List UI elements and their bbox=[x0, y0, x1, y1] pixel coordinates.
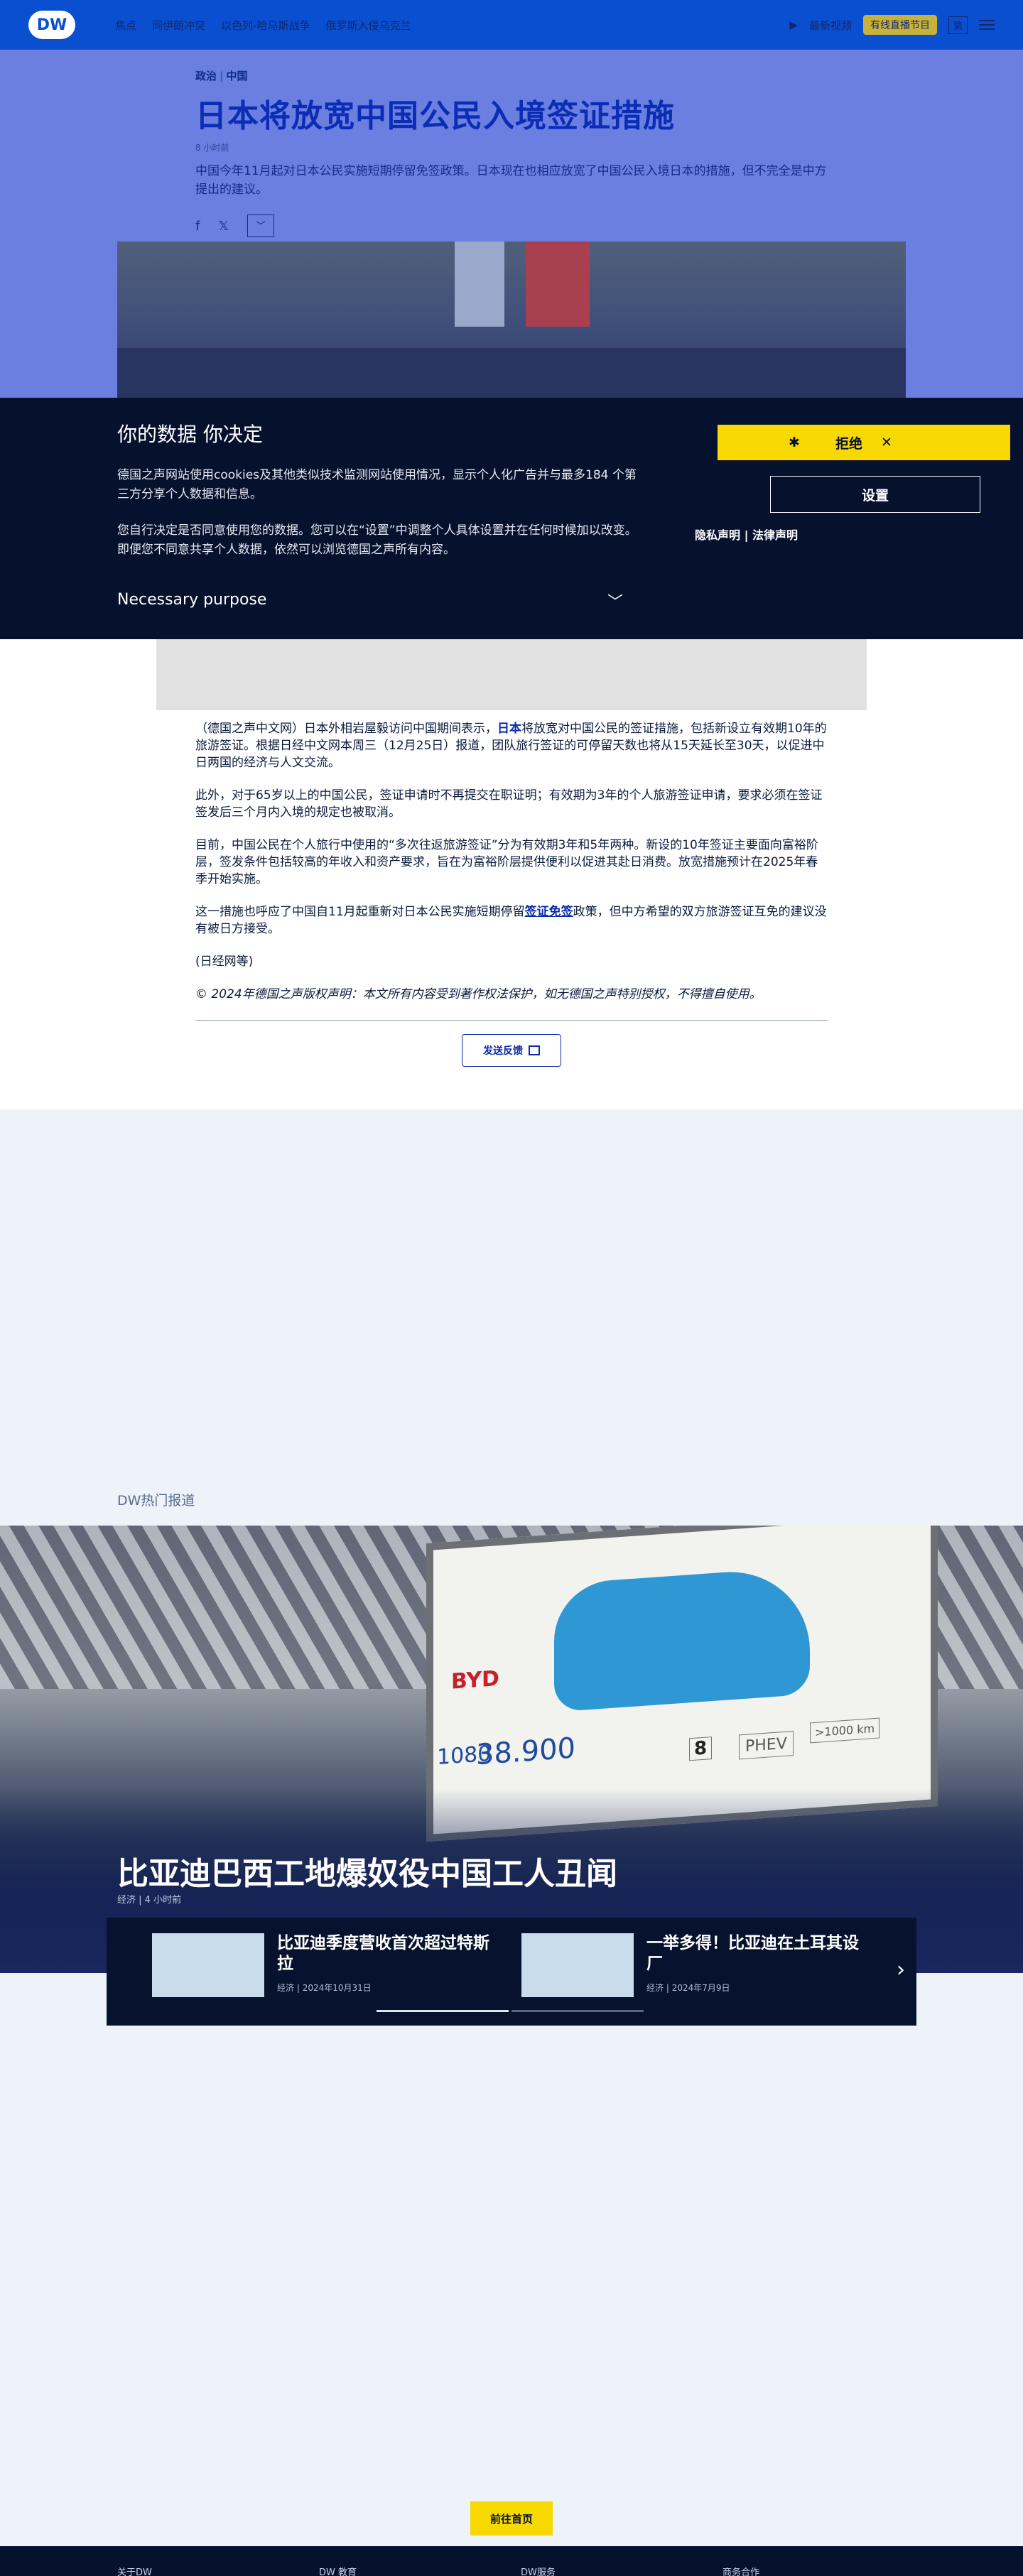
footer-link-about[interactable]: 关于DW bbox=[117, 2565, 319, 2576]
billboard-brand: BYD bbox=[451, 1665, 499, 1695]
source-note: (日经网等) bbox=[195, 955, 254, 969]
nav-item-iran[interactable]: 同伊朗冲突 bbox=[152, 18, 205, 33]
article-hero-image bbox=[117, 241, 906, 398]
paragraph: 目前，中国公民在个人旅行中使用的“多次往返旅游签证”分为有效期3年和5年两种。新… bbox=[195, 838, 818, 886]
billboard-warranty: 8 bbox=[689, 1737, 713, 1761]
nav-item-ukraine[interactable]: 俄罗斯入侵乌克兰 bbox=[325, 18, 411, 33]
live-tv-button[interactable]: 有线直播节目 bbox=[862, 15, 937, 35]
billboard-range: >1000 km bbox=[810, 1717, 880, 1744]
settings-button[interactable]: 设置 bbox=[770, 476, 980, 513]
video-icon: ▶ bbox=[789, 18, 798, 31]
carousel-progress-active[interactable] bbox=[377, 2010, 509, 2012]
cookie-text-2: 您自行决定是否同意使用您的数据。您可以在“设置”中调整个人具体设置并在任何时候加… bbox=[117, 523, 637, 557]
legal-links: 隐私声明 | 法律声明 bbox=[695, 528, 799, 542]
trending-section-title: DW热门报道 bbox=[117, 1493, 195, 1509]
go-to-homepage-button[interactable]: 前往首页 bbox=[470, 2501, 553, 2536]
china-flag-shape bbox=[526, 241, 590, 327]
chevron-right-icon[interactable]: › bbox=[897, 1957, 905, 1982]
card-title: 比亚迪季度营收首次超过特斯拉 bbox=[277, 1934, 489, 1973]
header-actions: ▶ 最新视频 有线直播节目 繁 bbox=[789, 15, 995, 35]
close-icon: ✕ bbox=[881, 435, 892, 450]
carousel-progress-inactive[interactable] bbox=[512, 2010, 644, 2012]
trending-hero-image[interactable]: BYD 1080 38.900 8 PHEV >1000 km bbox=[0, 1526, 1023, 1973]
chevron-down-icon[interactable]: ﹀ bbox=[607, 589, 623, 612]
latest-video-link[interactable]: 最新视频 bbox=[809, 18, 852, 33]
region-link[interactable]: 中国 bbox=[227, 70, 248, 82]
card-thumbnail bbox=[152, 1933, 264, 1997]
feedback-label: 发送反馈 bbox=[483, 1045, 523, 1057]
trending-carousel: 比亚迪季度营收首次超过特斯拉 经济 | 2024年10月31日 一举多得！比亚迪… bbox=[107, 1918, 916, 2026]
paragraph: 这一措施也呼应了中国自11月起重新对日本公民实施短期停留签证免签政策，但中方希望… bbox=[195, 905, 827, 936]
japan-flag-shape bbox=[455, 241, 504, 327]
paragraph: 此外，对于65岁以上的中国公民，签证申请时不再提交在职证明；有效期为3年的个人旅… bbox=[195, 788, 823, 820]
dw-logo[interactable]: DW bbox=[28, 11, 75, 39]
nav-item-focus[interactable]: 焦点 bbox=[115, 18, 136, 33]
publish-date: 8 小时前 bbox=[195, 143, 229, 153]
card-meta: 经济 | 2024年10月31日 bbox=[277, 1983, 372, 1993]
accessibility-icon: ✱ bbox=[789, 435, 800, 450]
carousel-card[interactable]: 比亚迪季度营收首次超过特斯拉 经济 | 2024年10月31日 bbox=[152, 1933, 504, 1997]
x-icon[interactable]: 𝕏 bbox=[218, 219, 229, 234]
share-more-chevron-icon[interactable]: ﹀ bbox=[247, 214, 274, 237]
carousel-card[interactable]: 一举多得！比亚迪在土耳其设厂 经济 | 2024年7月9日 bbox=[521, 1933, 874, 1997]
breadcrumb: 政治 | 中国 bbox=[195, 70, 248, 82]
cookie-consent-banner: 你的数据 你决定 德国之声网站使用cookies及其他类似技术监测网站使用情况，… bbox=[0, 398, 1023, 639]
footer-link-services[interactable]: DW服务 bbox=[521, 2565, 722, 2576]
card-meta: 经济 | 2024年7月9日 bbox=[646, 1983, 730, 1993]
card-thumbnail bbox=[521, 1933, 634, 1997]
necessary-purpose-toggle[interactable]: Necessary purpose bbox=[117, 591, 266, 609]
billboard-phev: PHEV bbox=[739, 1731, 794, 1760]
footer-link-education[interactable]: DW 教育 bbox=[319, 2565, 521, 2576]
top-navigation-bar: DW 焦点 同伊朗冲突 以色列-哈马斯战争 俄罗斯入侵乌克兰 ▶ 最新视频 有线… bbox=[0, 0, 1023, 50]
category-link[interactable]: 政治 bbox=[195, 70, 217, 82]
nav-item-israel-hamas[interactable]: 以色列-哈马斯战争 bbox=[221, 18, 310, 33]
menu-icon[interactable] bbox=[979, 20, 995, 30]
footer: 关于DW DW 教育 DW服务 商务合作 bbox=[0, 2546, 1023, 2576]
paragraph: （德国之声中文网）日本外相岩屋毅访问中国期间表示，日本将放宽对中国公民的签证措施… bbox=[195, 722, 827, 770]
divider bbox=[195, 1020, 828, 1021]
reject-button[interactable]: ✱ 拒绝 ✕ bbox=[718, 425, 1010, 460]
copy-icon bbox=[529, 1045, 540, 1055]
car-shape bbox=[554, 1566, 810, 1712]
card-title: 一举多得！比亚迪在土耳其设厂 bbox=[646, 1934, 859, 1973]
page-title: 日本将放宽中国公民入境签证措施 bbox=[195, 98, 675, 134]
article-lead: 中国今年11月起对日本公民实施短期停留免签政策。日本现在也相应放宽了中国公民入境… bbox=[195, 164, 827, 197]
footer-links: 关于DW DW 教育 DW服务 商务合作 bbox=[117, 2565, 924, 2576]
facebook-icon[interactable]: f bbox=[195, 219, 200, 234]
privacy-link[interactable]: 隐私声明 bbox=[695, 528, 740, 542]
cookie-text-1: 德国之声网站使用cookies及其他类似技术监测网站使用情况，显示个人化广告并与… bbox=[117, 468, 637, 501]
trending-hero-meta: 经济 | 4 小时前 bbox=[117, 1895, 182, 1906]
send-feedback-button[interactable]: 发送反馈 bbox=[462, 1034, 561, 1067]
meeting-table-shape bbox=[117, 348, 906, 398]
ad-placeholder bbox=[156, 639, 867, 710]
copyright-notice: © 2024年德国之声版权声明：本文所有内容受到著作权法保护，如无德国之声特别授… bbox=[195, 987, 762, 1001]
cookie-title: 你的数据 你决定 bbox=[117, 423, 263, 446]
japan-tag-link[interactable]: 日本 bbox=[497, 722, 521, 736]
trending-hero-title[interactable]: 比亚迪巴西工地爆奴役中国工人丑闻 bbox=[117, 1848, 617, 1893]
billboard-price-b: 38.900 bbox=[476, 1732, 575, 1772]
topic-nav: 焦点 同伊朗冲突 以色列-哈马斯战争 俄罗斯入侵乌克兰 bbox=[115, 18, 411, 33]
article-header: 政治 | 中国 日本将放宽中国公民入境签证措施 8 小时前 中国今年11月起对日本公… bbox=[195, 68, 828, 237]
share-bar: f 𝕏 ﹀ bbox=[195, 214, 828, 237]
article-body: （德国之声中文网）日本外相岩屋毅访问中国期间表示，日本将放宽对中国公民的签证措施… bbox=[195, 720, 828, 1018]
footer-link-business[interactable]: 商务合作 bbox=[722, 2565, 924, 2576]
language-switch[interactable]: 繁 bbox=[948, 16, 968, 34]
reject-label: 拒绝 bbox=[835, 435, 863, 452]
legal-notice-link[interactable]: 法律声明 bbox=[752, 528, 798, 542]
visa-free-link[interactable]: 签证免签 bbox=[525, 905, 573, 919]
